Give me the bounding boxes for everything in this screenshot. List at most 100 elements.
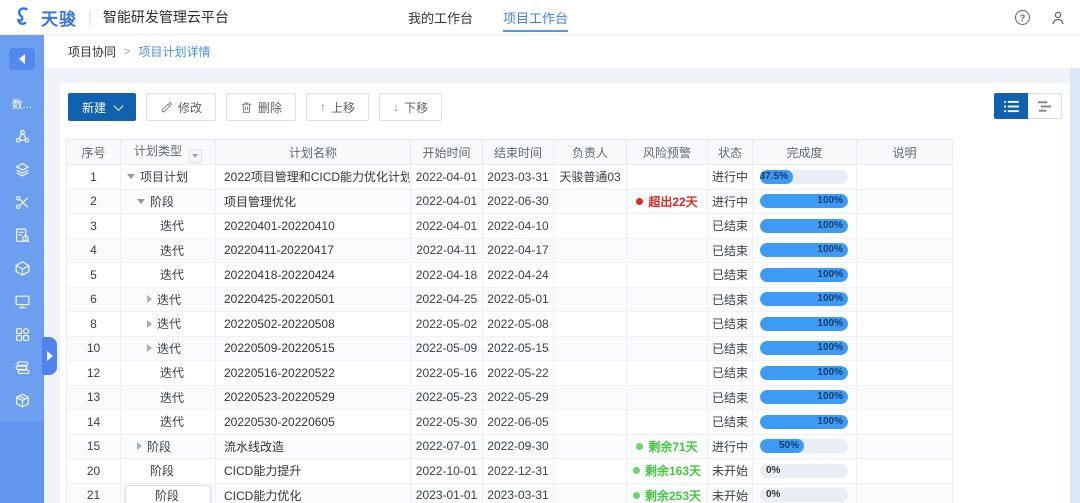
cell-risk [627, 165, 708, 190]
swan-logo-icon [12, 6, 34, 28]
server-stack-icon[interactable] [0, 351, 44, 384]
cell-plan-type[interactable]: 阶段 [121, 459, 216, 484]
progress-bar: 100% [760, 243, 848, 257]
table-row[interactable]: 5迭代20220418-202204242022-04-182022-04-24… [67, 263, 953, 288]
column-header-progress: 完成度 [753, 140, 857, 165]
table-row[interactable]: 6迭代20220425-202205012022-04-252022-05-01… [67, 287, 953, 312]
cell-end-date: 2022-05-01 [483, 287, 554, 312]
risk-label: 超出22天 [648, 193, 697, 210]
cell-plan-type[interactable]: 迭代 [121, 263, 216, 288]
cell-owner [554, 483, 627, 503]
cell-plan-type[interactable]: 迭代 [121, 410, 216, 435]
cell-progress: 50% [753, 434, 857, 459]
cell-status: 进行中 [708, 165, 753, 190]
table-row[interactable]: 8迭代20220502-202205082022-05-022022-05-08… [67, 312, 953, 337]
cell-plan-type[interactable]: 迭代 [121, 336, 216, 361]
list-view-toggle[interactable] [994, 93, 1028, 119]
monitor-icon[interactable] [0, 285, 44, 318]
expand-row-icon[interactable] [147, 344, 152, 352]
table-row[interactable]: 20阶段CICD能力提升2022-10-012022-12-31剩余163天未开… [67, 459, 953, 484]
plan-type-label: 迭代 [157, 340, 181, 357]
table-row[interactable]: 21阶段CICD能力优化2023-01-012023-03-31剩余253天未开… [67, 483, 953, 503]
package-icon[interactable] [0, 384, 44, 417]
help-icon[interactable]: ? [1015, 10, 1030, 25]
cell-plan-type[interactable]: 迭代 [121, 312, 216, 337]
cell-status: 已结束 [708, 385, 753, 410]
cell-plan-type[interactable]: 迭代 [121, 238, 216, 263]
progress-bar: 100% [760, 366, 848, 380]
plan-type-label: 迭代 [160, 413, 184, 430]
cell-status: 已结束 [708, 263, 753, 288]
sidebar-collapse-button[interactable] [9, 48, 35, 70]
cell-status: 已结束 [708, 214, 753, 239]
table-row[interactable]: 15阶段流水线改造2022-07-012022-09-30剩余71天进行中50% [67, 434, 953, 459]
create-button[interactable]: 新建 [68, 93, 136, 121]
apps-grid-icon[interactable] [0, 318, 44, 351]
user-icon[interactable] [1050, 10, 1066, 26]
filter-icon[interactable] [188, 149, 202, 163]
layers-icon[interactable] [0, 153, 44, 186]
pencil-icon [160, 101, 173, 114]
table-row[interactable]: 1项目计划2022项目管理和CICD能力优化计划2022-04-012023-0… [67, 165, 953, 190]
cell-plan-name: 20220425-20220501 [216, 287, 411, 312]
cell-plan-type[interactable]: 项目计划 [121, 165, 216, 190]
expand-row-icon[interactable] [137, 442, 142, 450]
plan-type-label: 阶段 [150, 462, 174, 479]
move-up-button[interactable]: ↑ 上移 [306, 93, 369, 121]
cell-status: 已结束 [708, 238, 753, 263]
cell-progress: 100% [753, 287, 857, 312]
sidebar-footer-block [0, 422, 44, 503]
cell-plan-type[interactable]: 阶段 [121, 189, 216, 214]
top-nav: 我的工作台 项目工作台 [408, 0, 568, 35]
cell-serial: 4 [67, 238, 121, 263]
cube-icon[interactable] [0, 252, 44, 285]
collapse-row-icon[interactable] [127, 174, 135, 179]
cell-owner [554, 238, 627, 263]
edit-button[interactable]: 修改 [146, 93, 216, 121]
molecule-icon[interactable] [0, 120, 44, 153]
gantt-view-toggle[interactable] [1028, 93, 1062, 119]
cell-owner [554, 312, 627, 337]
collapse-row-icon[interactable] [137, 199, 145, 204]
table-row[interactable]: 13迭代20220523-202205292022-05-232022-05-2… [67, 385, 953, 410]
table-row[interactable]: 14迭代20220530-202206052022-05-302022-06-0… [67, 410, 953, 435]
table-row[interactable]: 2阶段项目管理优化2022-04-012022-06-30超出22天进行中100… [67, 189, 953, 214]
cell-progress: 0% [753, 459, 857, 484]
expand-row-icon[interactable] [147, 320, 152, 328]
cell-start-date: 2022-04-01 [411, 165, 483, 190]
risk-dot-icon [636, 198, 643, 205]
nav-project-workbench[interactable]: 项目工作台 [503, 0, 568, 36]
cell-risk [627, 385, 708, 410]
cell-plan-type[interactable]: 迭代 [121, 287, 216, 312]
sidebar-item-data-truncated[interactable]: 数... [0, 87, 44, 120]
delete-button[interactable]: 删除 [226, 93, 296, 121]
sidebar-expand-handle[interactable] [42, 337, 57, 375]
table-row[interactable]: 12迭代20220516-202205222022-05-162022-05-2… [67, 361, 953, 386]
expand-row-icon[interactable] [147, 295, 152, 303]
cell-risk [627, 287, 708, 312]
cell-plan-name: 流水线改造 [216, 434, 411, 459]
table-row[interactable]: 3迭代20220401-202204102022-04-012022-04-10… [67, 214, 953, 239]
cell-note [857, 459, 953, 484]
cell-serial: 1 [67, 165, 121, 190]
cell-owner [554, 189, 627, 214]
cell-plan-type[interactable]: 迭代 [121, 361, 216, 386]
cell-plan-type[interactable]: 阶段 [121, 483, 216, 503]
cell-plan-type[interactable]: 阶段 [121, 434, 216, 459]
cell-start-date: 2022-05-02 [411, 312, 483, 337]
breadcrumb-parent[interactable]: 项目协同 [68, 43, 116, 60]
cell-note [857, 214, 953, 239]
move-down-button[interactable]: ↓ 下移 [379, 93, 442, 121]
scissors-icon[interactable] [0, 186, 44, 219]
nav-my-workbench[interactable]: 我的工作台 [408, 0, 473, 36]
cell-plan-type[interactable]: 迭代 [121, 385, 216, 410]
cell-serial: 2 [67, 189, 121, 214]
progress-bar: 37.5% [760, 170, 848, 184]
table-row[interactable]: 10迭代20220509-202205152022-05-092022-05-1… [67, 336, 953, 361]
scrollbar-strip[interactable] [1070, 68, 1080, 503]
table-row[interactable]: 4迭代20220411-202204172022-04-112022-04-17… [67, 238, 953, 263]
cell-plan-type[interactable]: 迭代 [121, 214, 216, 239]
doc-search-icon[interactable] [0, 219, 44, 252]
cell-serial: 20 [67, 459, 121, 484]
cell-serial: 12 [67, 361, 121, 386]
